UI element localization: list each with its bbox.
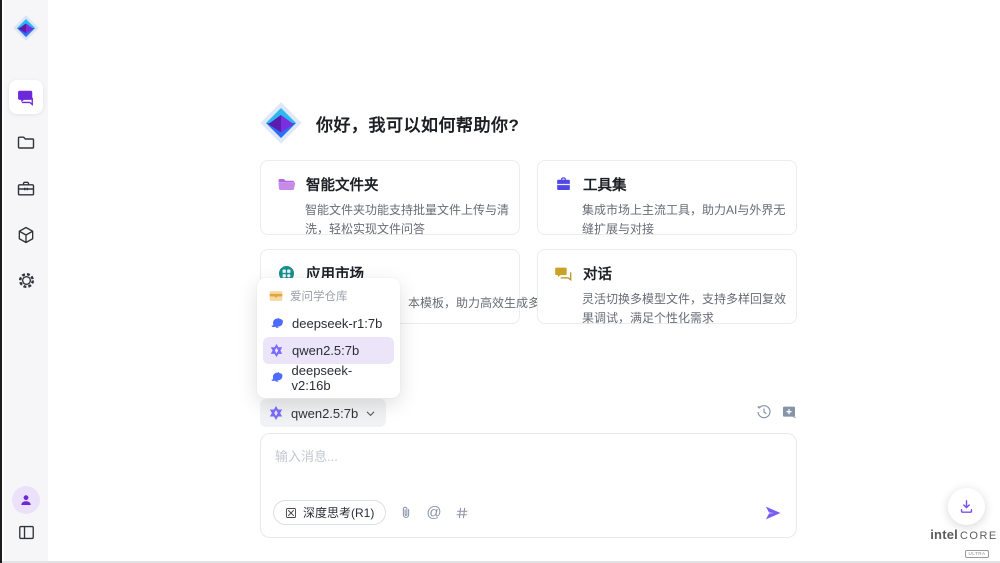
intel-core-logo: intel core ultra — [933, 527, 995, 560]
qwen-icon — [269, 343, 284, 358]
smart-folder-icon — [277, 175, 296, 194]
sidebar — [4, 0, 48, 563]
qwen-icon — [268, 405, 284, 421]
sidebar-item-models[interactable] — [9, 218, 43, 252]
download-button[interactable] — [948, 488, 985, 525]
history-icon[interactable] — [756, 404, 772, 420]
card-desc: 集成市场上主流工具，助力AI与外界无缝扩展与对接 — [582, 201, 794, 238]
sidebar-item-settings[interactable] — [9, 263, 43, 297]
grid-hash-icon — [455, 506, 469, 520]
folder-icon — [16, 133, 36, 153]
model-option-label: deepseek-v2:16b — [292, 363, 388, 393]
model-option-deepseek-r1[interactable]: deepseek-r1:7b — [263, 310, 394, 337]
chevron-down-icon — [365, 408, 376, 419]
model-dropdown: 爱问学仓库 deepseek-r1:7b qwen2.5:7b deepseek… — [257, 278, 400, 398]
model-group-row: 爱问学仓库 — [263, 285, 394, 310]
dialog-icon — [554, 264, 573, 283]
model-option-label: qwen2.5:7b — [292, 343, 359, 358]
core-wordmark: core — [960, 530, 998, 542]
composer-toolbar: 深度思考(R1) @ — [273, 500, 782, 525]
paperclip-icon — [399, 505, 413, 520]
app-logo-icon — [11, 13, 41, 43]
greeting: 你好，我可以如何帮助你? — [258, 100, 519, 146]
card-desc: 智能文件夹功能支持批量文件上传与清洗，轻松实现文件问答 — [305, 201, 517, 238]
person-icon — [18, 492, 34, 508]
mention-button[interactable]: @ — [426, 504, 441, 521]
message-input[interactable] — [275, 446, 780, 494]
model-selector[interactable]: qwen2.5:7b — [260, 399, 386, 427]
card-smart-folder[interactable]: 智能文件夹 智能文件夹功能支持批量文件上传与清洗，轻松实现文件问答 — [260, 160, 520, 235]
card-title: 智能文件夹 — [306, 174, 379, 195]
repository-icon — [269, 290, 283, 302]
model-selector-value: qwen2.5:7b — [291, 406, 358, 421]
model-option-deepseek-v2[interactable]: deepseek-v2:16b — [263, 364, 394, 391]
intel-wordmark: intel — [930, 527, 958, 542]
card-toolset[interactable]: 工具集 集成市场上主流工具，助力AI与外界无缝扩展与对接 — [537, 160, 797, 235]
send-button[interactable] — [764, 504, 782, 522]
card-dialog[interactable]: 对话 灵活切换多模型文件，支持多样回复效果调试，满足个性化需求 — [537, 249, 797, 324]
chat-icon — [16, 87, 36, 107]
model-option-label: deepseek-r1:7b — [292, 316, 382, 331]
model-option-qwen[interactable]: qwen2.5:7b — [263, 337, 394, 364]
sidebar-item-toolset[interactable] — [9, 172, 43, 206]
deepseek-icon — [269, 370, 284, 385]
cube-icon — [16, 225, 36, 245]
download-icon — [958, 498, 975, 515]
attach-file-button[interactable] — [399, 505, 413, 520]
greeting-logo-icon — [258, 100, 304, 146]
deep-think-toggle[interactable]: 深度思考(R1) — [273, 500, 386, 525]
card-desc-fragment: 本模板，助力高效生成多 — [408, 294, 540, 313]
gear-icon — [16, 270, 37, 291]
briefcase-icon — [16, 179, 36, 199]
deep-think-icon — [285, 507, 297, 519]
sidebar-item-collapse[interactable] — [9, 515, 43, 549]
panel-toggle-icon — [17, 523, 36, 542]
model-group-label: 爱问学仓库 — [290, 288, 348, 304]
prompt-template-button[interactable] — [455, 506, 469, 520]
toolset-icon — [554, 175, 573, 194]
message-composer: 深度思考(R1) @ — [260, 433, 797, 538]
sidebar-item-folders[interactable] — [9, 126, 43, 160]
send-icon — [764, 504, 782, 522]
greeting-title: 你好，我可以如何帮助你? — [316, 111, 519, 136]
sidebar-item-chat[interactable] — [9, 80, 43, 114]
new-chat-icon[interactable] — [781, 404, 797, 420]
card-desc: 灵活切换多模型文件，支持多样回复效果调试，满足个性化需求 — [582, 290, 794, 327]
deepseek-icon — [269, 316, 284, 331]
sidebar-item-account[interactable] — [12, 486, 40, 514]
ultra-badge: ultra — [965, 550, 990, 558]
card-title: 对话 — [583, 263, 612, 284]
conversation-actions — [756, 404, 797, 420]
app-window: 你好，我可以如何帮助你? 智能文件夹 智能文件夹功能支持批量文件上传与清洗，轻松… — [0, 0, 1000, 563]
card-title: 工具集 — [583, 174, 627, 195]
deep-think-label: 深度思考(R1) — [303, 504, 374, 521]
